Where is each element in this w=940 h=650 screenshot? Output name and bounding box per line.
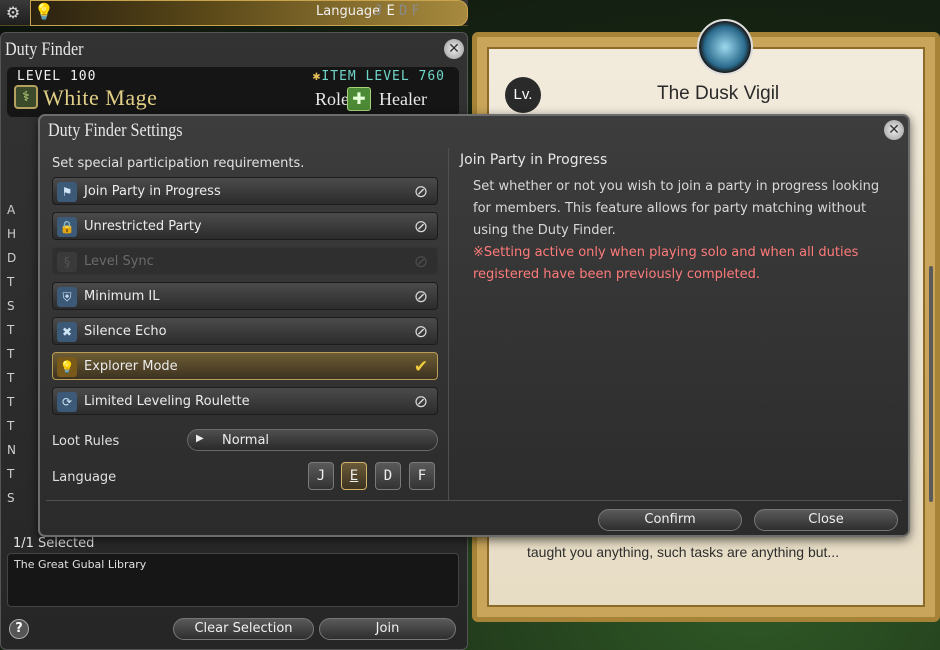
lang-d[interactable]: D bbox=[399, 3, 411, 19]
close-icon[interactable]: ✕ bbox=[884, 120, 904, 140]
selected-duty-list: The Great Gubal Library bbox=[7, 553, 459, 607]
loot-rules-value: Normal bbox=[222, 433, 270, 448]
help-icon[interactable]: ? bbox=[9, 619, 29, 639]
duty-list-item[interactable]: A bbox=[7, 203, 15, 217]
selected-count: 1/1 Selected bbox=[13, 536, 95, 551]
language-button-e[interactable]: E bbox=[341, 462, 367, 490]
duty-emblem-icon bbox=[697, 19, 753, 75]
close-button[interactable]: Close bbox=[754, 509, 898, 531]
option-label: Unrestricted Party bbox=[84, 219, 202, 234]
item-level: ✱ITEM LEVEL 760 bbox=[313, 69, 445, 84]
option-unrestricted-party[interactable]: 🔒 Unrestricted Party ⊘ bbox=[52, 212, 438, 240]
top-bar: ⚙ 💡 Language JEDF bbox=[0, 0, 468, 26]
option-join-party-in-progress[interactable]: ⚑ Join Party in Progress ⊘ bbox=[52, 177, 438, 205]
character-summary: LEVEL 100 ✱ITEM LEVEL 760 ⚕ White Mage R… bbox=[7, 67, 459, 117]
settings-intro: Set special participation requirements. bbox=[52, 156, 305, 171]
description-warning: ※Setting active only when playing solo a… bbox=[473, 245, 859, 282]
loot-rules-select[interactable]: ▶ Normal bbox=[187, 429, 438, 451]
healer-role-icon: ✚ bbox=[347, 87, 371, 111]
disabled-circle-icon: ⊘ bbox=[413, 322, 429, 342]
item-level-value: ITEM LEVEL 760 bbox=[321, 69, 445, 84]
duty-list-item[interactable]: T bbox=[7, 467, 14, 481]
party-flag-icon: ⚑ bbox=[57, 182, 77, 202]
option-silence-echo[interactable]: ✖ Silence Echo ⊘ bbox=[52, 317, 438, 345]
lang-j[interactable]: J bbox=[374, 3, 386, 19]
duty-list-item[interactable]: N bbox=[7, 443, 16, 457]
duty-description: taught you anything, such tasks are anyt… bbox=[527, 544, 840, 560]
panel-divider bbox=[448, 148, 449, 500]
option-label: Silence Echo bbox=[84, 324, 167, 339]
language-button-f[interactable]: F bbox=[409, 462, 435, 490]
description-scrollbar[interactable] bbox=[929, 266, 933, 502]
option-minimum-il[interactable]: ⛨ Minimum IL ⊘ bbox=[52, 282, 438, 310]
lang-e[interactable]: E bbox=[386, 3, 398, 19]
join-button[interactable]: Join bbox=[319, 618, 456, 640]
duty-list-item[interactable]: T bbox=[7, 323, 14, 337]
option-label: Minimum IL bbox=[84, 289, 160, 304]
lock-party-icon: 🔒 bbox=[57, 217, 77, 237]
disabled-circle-icon: ⊘ bbox=[413, 392, 429, 412]
checkmark-icon: ✔ bbox=[413, 357, 429, 377]
duty-list-item[interactable]: T bbox=[7, 395, 14, 409]
character-level: LEVEL 100 bbox=[17, 69, 97, 84]
option-label: Join Party in Progress bbox=[84, 184, 221, 199]
language-label: Language bbox=[52, 470, 117, 485]
duty-list-item[interactable]: T bbox=[7, 419, 14, 433]
disabled-circle-icon: ⊘ bbox=[413, 217, 429, 237]
level-sync-icon: § bbox=[57, 252, 77, 272]
disabled-circle-icon: ⊘ bbox=[413, 287, 429, 307]
duty-name: The Dusk Vigil bbox=[657, 83, 780, 104]
gear-icon[interactable]: ⚙ bbox=[3, 3, 23, 23]
job-name: White Mage bbox=[43, 85, 158, 110]
duty-list-item[interactable]: S bbox=[7, 491, 15, 505]
duty-level: Lv. 51 bbox=[505, 77, 541, 139]
language-letters[interactable]: JEDF bbox=[374, 3, 424, 19]
description-title: Join Party in Progress bbox=[460, 152, 608, 168]
duty-finder-title: Duty Finder bbox=[5, 39, 84, 60]
duty-list-item[interactable]: H bbox=[7, 227, 16, 241]
option-label: Limited Leveling Roulette bbox=[84, 394, 250, 409]
job-icon: ⚕ bbox=[14, 85, 38, 109]
minimum-il-icon: ⛨ bbox=[57, 287, 77, 307]
language-button-d[interactable]: D bbox=[375, 462, 401, 490]
clear-selection-button[interactable]: Clear Selection bbox=[173, 618, 314, 640]
option-label: Explorer Mode bbox=[84, 359, 178, 374]
duty-list-sidebar: AHDTSTTTTTNTS bbox=[7, 123, 41, 543]
disabled-circle-icon: ⊘ bbox=[413, 182, 429, 202]
triangle-right-icon: ▶ bbox=[196, 433, 204, 444]
option-limited-leveling-roulette[interactable]: ⟳ Limited Leveling Roulette ⊘ bbox=[52, 387, 438, 415]
role-name: Healer bbox=[379, 89, 427, 109]
option-explorer-mode[interactable]: 💡 Explorer Mode ✔ bbox=[52, 352, 438, 380]
lightbulb-icon[interactable]: 💡 bbox=[34, 2, 54, 21]
option-level-sync: § Level Sync ⊘ bbox=[52, 247, 438, 275]
roulette-icon: ⟳ bbox=[57, 392, 77, 412]
description-body: Set whether or not you wish to join a pa… bbox=[473, 179, 880, 238]
duty-list-item[interactable]: S bbox=[7, 299, 15, 313]
settings-title: Duty Finder Settings bbox=[48, 120, 183, 141]
duty-finder-settings-dialog: Duty Finder Settings ✕ Set special parti… bbox=[38, 114, 933, 537]
duty-list-item[interactable]: T bbox=[7, 275, 14, 289]
language-button-j[interactable]: J bbox=[308, 462, 334, 490]
language-label: Language bbox=[316, 4, 381, 19]
selected-duty[interactable]: The Great Gubal Library bbox=[14, 558, 146, 571]
duty-list-item[interactable]: T bbox=[7, 371, 14, 385]
duty-list-item[interactable]: D bbox=[7, 251, 16, 265]
silence-echo-icon: ✖ bbox=[57, 322, 77, 342]
close-icon[interactable]: ✕ bbox=[444, 39, 464, 59]
footer-divider bbox=[46, 500, 902, 501]
option-label: Level Sync bbox=[84, 254, 154, 269]
duty-list-item[interactable]: T bbox=[7, 347, 14, 361]
lang-f[interactable]: F bbox=[411, 3, 423, 19]
confirm-button[interactable]: Confirm bbox=[598, 509, 742, 531]
loot-rules-label: Loot Rules bbox=[52, 434, 120, 449]
lightbulb-icon: 💡 bbox=[57, 357, 77, 377]
disabled-circle-icon: ⊘ bbox=[413, 252, 429, 272]
